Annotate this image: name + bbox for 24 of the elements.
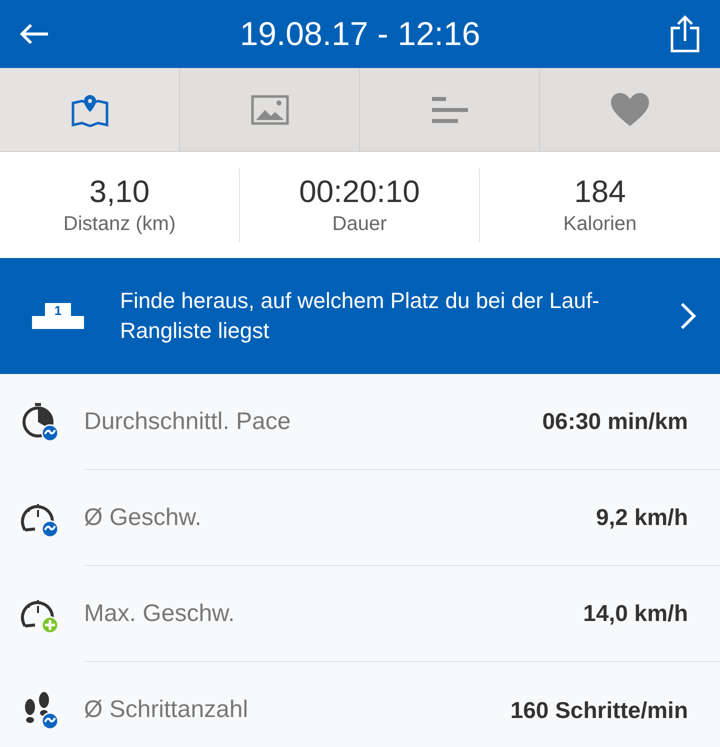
metric-label: Max. Geschw.: [84, 598, 235, 628]
metric-label: Ø Geschw.: [84, 502, 202, 532]
image-icon: [250, 94, 288, 124]
stat-label: Dauer: [332, 212, 387, 237]
heart-icon: [611, 92, 649, 126]
stat-value: 3,10: [89, 173, 150, 211]
metric-value: 9,2 km/h: [596, 503, 688, 532]
stat-label: Distanz (km): [63, 212, 176, 237]
share-icon[interactable]: [670, 15, 700, 53]
chevron-right-icon[interactable]: [680, 302, 696, 330]
tab[interactable]: [0, 68, 180, 151]
metric-label: Ø Schrittanzahl: [84, 695, 248, 725]
stat-value: 184: [574, 173, 626, 211]
stat-value: 00:20:10: [299, 173, 420, 211]
metric-label: Durchschnittl. Pace: [84, 406, 291, 436]
metric-value: 06:30 min/km: [542, 407, 688, 436]
window-title: 19.08.17 - 12:16: [240, 14, 480, 54]
metric-value: 14,0 km/h: [583, 599, 688, 628]
bar-chart-icon: [432, 96, 468, 122]
metric-value: 160 Schritte/min: [510, 696, 688, 725]
banner-text[interactable]: Finde heraus, auf welchem Platz du bei der Lauf-Rangliste liegst: [120, 286, 620, 346]
stat-label: Kalorien: [563, 212, 637, 237]
back-arrow-icon[interactable]: [20, 23, 50, 45]
stopwatch-icon: [20, 402, 60, 442]
